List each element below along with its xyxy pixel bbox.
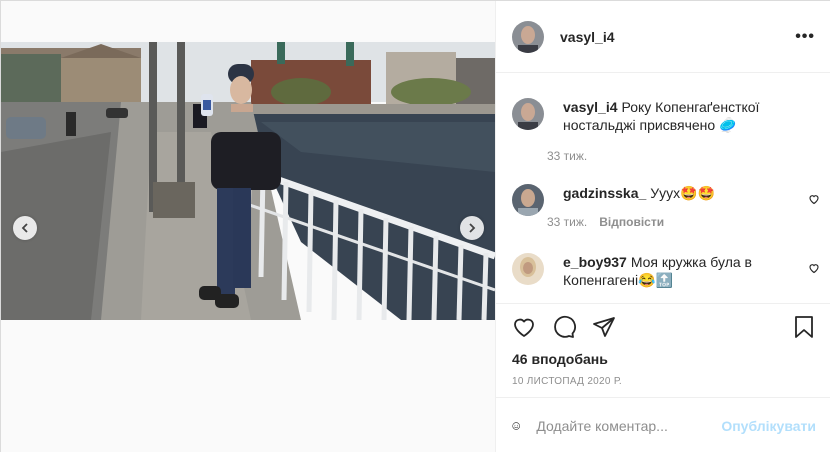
caption-emoji: 🥏 bbox=[719, 117, 737, 133]
comment-meta: 33 тиж. Відповісти bbox=[547, 215, 664, 229]
add-comment-bar: Опублікувати bbox=[496, 397, 830, 452]
commenter-avatar[interactable] bbox=[512, 253, 544, 285]
comment-bubble-icon[interactable] bbox=[552, 315, 576, 339]
like-heart-icon[interactable] bbox=[512, 315, 536, 339]
save-bookmark-icon[interactable] bbox=[792, 315, 816, 339]
post-header: vasyl_i4 ••• bbox=[496, 1, 830, 73]
like-comment-heart-icon[interactable] bbox=[808, 193, 820, 205]
comment-username[interactable]: e_boy937 bbox=[563, 254, 627, 270]
caption-time[interactable]: 33 тиж. bbox=[547, 149, 587, 163]
post-container: vasyl_i4 ••• vasyl_i4 Року Копенгаґенстко… bbox=[0, 0, 830, 452]
post-media bbox=[1, 1, 495, 452]
next-photo-button[interactable] bbox=[460, 216, 484, 240]
more-horizontal-icon[interactable]: ••• bbox=[795, 28, 815, 46]
comment-text: Ууух🤩🤩 bbox=[650, 185, 716, 201]
likes-count[interactable]: 46 вподобань bbox=[512, 351, 608, 367]
caption-body: vasyl_i4 Року Копенгаґенсткої ностальджі … bbox=[563, 98, 795, 134]
author-avatar[interactable] bbox=[512, 20, 544, 53]
post-photo[interactable] bbox=[1, 42, 495, 320]
chevron-left-icon bbox=[21, 223, 28, 233]
comment-input[interactable] bbox=[536, 417, 718, 434]
action-icons bbox=[496, 304, 830, 350]
post-date[interactable]: 10 ЛИСТОПАД 2020 Р. bbox=[512, 376, 622, 387]
author-username[interactable]: vasyl_i4 bbox=[560, 29, 615, 45]
comment-body: e_boy937 Моя кружка була в Копенгагені😂🔝 bbox=[563, 253, 795, 289]
commenter-avatar[interactable] bbox=[512, 184, 544, 216]
share-paper-plane-icon[interactable] bbox=[592, 315, 616, 339]
comment-username[interactable]: gadzinsska_ bbox=[563, 185, 646, 201]
caption-avatar[interactable] bbox=[512, 98, 544, 130]
caption-meta: 33 тиж. bbox=[547, 149, 587, 163]
previous-photo-button[interactable] bbox=[13, 216, 37, 240]
comment-time[interactable]: 33 тиж. bbox=[547, 215, 587, 229]
like-comment-heart-icon[interactable] bbox=[808, 262, 820, 274]
chevron-right-icon bbox=[469, 223, 476, 233]
caption-username[interactable]: vasyl_i4 bbox=[563, 99, 618, 115]
emoji-smile-icon[interactable] bbox=[512, 414, 520, 438]
post-actions: 46 вподобань 10 ЛИСТОПАД 2020 Р. bbox=[496, 303, 830, 397]
post-details: vasyl_i4 ••• vasyl_i4 Року Копенгаґенстко… bbox=[495, 1, 830, 452]
reply-button[interactable]: Відповісти bbox=[599, 215, 664, 229]
comment-body: gadzinsska_ Ууух🤩🤩 bbox=[563, 184, 795, 202]
post-comment-button[interactable]: Опублікувати bbox=[721, 418, 816, 434]
comments-list: vasyl_i4 Року Копенгаґенсткої ностальджі … bbox=[496, 74, 830, 303]
